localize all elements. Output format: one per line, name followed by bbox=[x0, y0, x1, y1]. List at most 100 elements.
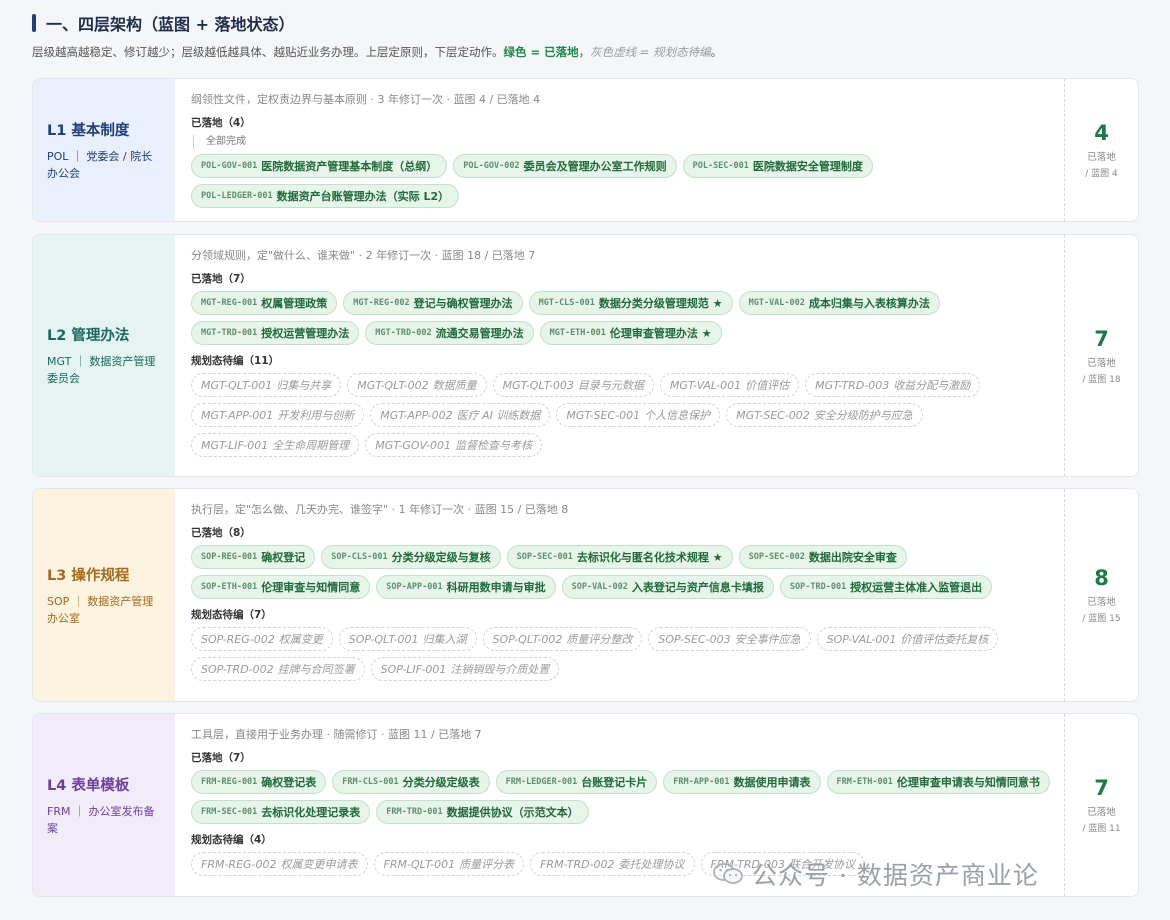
doc-code: FRM-QLT-001 bbox=[383, 857, 456, 871]
done-doc-tag[interactable]: POL-GOV-001 医院数据资产管理基本制度（总纲） bbox=[191, 154, 448, 178]
layer-name: L4 表单模板 bbox=[47, 777, 130, 794]
plan-group-label: 规划态待编（7） bbox=[191, 609, 272, 621]
doc-name: 授权运营管理办法 bbox=[261, 327, 350, 340]
planned-doc-tag[interactable]: SOP-TRD-002 挂牌与合同签署 bbox=[191, 657, 365, 681]
doc-name: 数据分类分级管理规范 ★ bbox=[598, 297, 723, 310]
planned-doc-tag[interactable]: FRM-REG-002 权属变更申请表 bbox=[191, 852, 368, 876]
planned-doc-tag[interactable]: SOP-QLT-001 归集入湖 bbox=[338, 627, 477, 651]
planned-doc-tag[interactable]: MGT-GOV-001 监督检查与考核 bbox=[365, 433, 543, 457]
planned-doc-tag[interactable]: MGT-QLT-002 数据质量 bbox=[347, 373, 487, 397]
stat-blueprint: / 蓝图 15 bbox=[1082, 614, 1121, 624]
done-doc-tag[interactable]: POL-GOV-002 委员会及管理办公室工作规则 bbox=[453, 154, 677, 178]
done-doc-tag[interactable]: SOP-TRD-001 授权运营主体准入监管退出 bbox=[779, 575, 993, 599]
doc-name: 监督检查与考核 bbox=[455, 439, 533, 452]
plan-tags: MGT-QLT-001 归集与共享 MGT-QLT-002 数据质量 MGT-QLT-0… bbox=[191, 373, 1052, 457]
planned-doc-tag[interactable]: MGT-QLT-001 归集与共享 bbox=[191, 373, 342, 397]
done-doc-tag[interactable]: SOP-ETH-001 伦理审查与知情同意 bbox=[191, 575, 371, 599]
planned-doc-tag[interactable]: FRM-TRD-002 委托处理协议 bbox=[530, 852, 695, 876]
done-doc-tag[interactable]: FRM-LEDGER-001 台账登记卡片 bbox=[495, 770, 658, 794]
done-tags: MGT-REG-001 权属管理政策 MGT-REG-002 登记与确权管理办法 MGT… bbox=[191, 291, 1052, 345]
doc-name: 医院数据资产管理基本制度（总纲） bbox=[261, 160, 438, 173]
doc-code: MGT-QLT-001 bbox=[201, 378, 273, 392]
layer-description: 纲领性文件，定权责边界与基本原则 · 3 年修订一次 · 蓝图 4 / 已落地 … bbox=[191, 93, 541, 106]
doc-name: 伦理审查管理办法 ★ bbox=[609, 327, 712, 340]
done-doc-tag[interactable]: FRM-ETH-001 伦理审查申请表与知情同意书 bbox=[826, 770, 1050, 794]
done-doc-tag[interactable]: SOP-CLS-001 分类分级定级与复核 bbox=[321, 545, 501, 569]
done-doc-tag[interactable]: MGT-CLS-001 数据分类分级管理规范 ★ bbox=[528, 291, 733, 315]
layer-stat: 4 已落地 / 蓝图 4 bbox=[1064, 79, 1138, 221]
planned-doc-tag[interactable]: SOP-QLT-002 质量评分整改 bbox=[482, 627, 643, 651]
doc-name: 授权运营主体准入监管退出 bbox=[850, 581, 983, 594]
stat-label: 已落地 bbox=[1087, 357, 1116, 369]
doc-name: 数据提供协议（示范文本） bbox=[446, 806, 579, 819]
layer-stat: 7 已落地 / 蓝图 18 bbox=[1064, 235, 1138, 476]
planned-doc-tag[interactable]: MGT-APP-001 开发利用与创新 bbox=[191, 403, 365, 427]
done-doc-tag[interactable]: SOP-APP-001 科研用数申请与审批 bbox=[376, 575, 556, 599]
layer-card-l3: L3 操作规程 SOP ｜ 数据资产管理办公室 执行层，定"怎么做、几天办完、谁… bbox=[32, 488, 1139, 702]
planned-doc-tag[interactable]: SOP-VAL-001 价值评估委托复核 bbox=[816, 627, 999, 651]
doc-code: MGT-TRD-003 bbox=[815, 378, 890, 392]
doc-code: SOP-SEC-001 bbox=[516, 552, 573, 562]
doc-name: 确权登记 bbox=[261, 551, 306, 564]
doc-name: 价值评估 bbox=[745, 379, 790, 392]
doc-code: FRM-CLS-001 bbox=[342, 777, 399, 787]
layer-name: L3 操作规程 bbox=[47, 567, 130, 584]
layer-description: 工具层，直接用于业务办理 · 随需修订 · 蓝图 11 / 已落地 7 bbox=[191, 728, 482, 741]
planned-doc-tag[interactable]: MGT-LIF-001 全生命周期管理 bbox=[191, 433, 360, 457]
doc-name: 委托处理协议 bbox=[618, 858, 685, 871]
done-doc-tag[interactable]: FRM-APP-001 数据使用申请表 bbox=[663, 770, 821, 794]
layer-owner: MGT ｜ 数据资产管理委员会 bbox=[47, 355, 156, 385]
legend-plan: 灰色虚线 = 规划态待编 bbox=[590, 45, 711, 59]
doc-name: 流通交易管理办法 bbox=[435, 327, 524, 340]
layer-owner: SOP ｜ 数据资产管理办公室 bbox=[47, 594, 154, 625]
layer-name: L2 管理办法 bbox=[47, 328, 130, 344]
planned-doc-tag[interactable]: SOP-REG-002 权属变更 bbox=[191, 627, 333, 651]
done-note: 全部完成 bbox=[193, 135, 1052, 149]
done-doc-tag[interactable]: MGT-REG-002 登记与确权管理办法 bbox=[343, 291, 523, 315]
done-doc-tag[interactable]: MGT-TRD-002 流通交易管理办法 bbox=[365, 321, 534, 345]
stat-number: 7 bbox=[1094, 776, 1109, 800]
done-doc-tag[interactable]: POL-LEDGER-001 数据资产台账管理办法（实际 L2） bbox=[191, 184, 460, 208]
planned-doc-tag[interactable]: MGT-QLT-003 目录与元数据 bbox=[492, 373, 654, 397]
done-doc-tag[interactable]: SOP-VAL-002 入表登记与资产信息卡填报 bbox=[561, 575, 774, 599]
doc-code: SOP-REG-002 bbox=[201, 632, 275, 646]
done-tags: FRM-REG-001 确权登记表 FRM-CLS-001 分类分级定级表 FRM-LE… bbox=[191, 770, 1052, 824]
done-doc-tag[interactable]: FRM-SEC-001 去标识化处理记录表 bbox=[191, 800, 371, 824]
doc-code: FRM-REG-002 bbox=[201, 857, 277, 871]
done-doc-tag[interactable]: FRM-CLS-001 分类分级定级表 bbox=[332, 770, 490, 794]
planned-doc-tag[interactable]: MGT-SEC-001 个人信息保护 bbox=[556, 403, 721, 427]
doc-code: SOP-APP-001 bbox=[386, 582, 443, 592]
planned-doc-tag[interactable]: MGT-APP-002 医疗 AI 训练数据 bbox=[370, 403, 551, 427]
done-doc-tag[interactable]: FRM-TRD-001 数据提供协议（示范文本） bbox=[376, 800, 589, 824]
stat-blueprint: / 蓝图 11 bbox=[1082, 824, 1121, 834]
planned-doc-tag[interactable]: MGT-SEC-002 安全分级防护与应急 bbox=[726, 403, 923, 427]
doc-name: 登记与确权管理办法 bbox=[413, 297, 513, 310]
done-doc-tag[interactable]: SOP-SEC-002 数据出院安全审查 bbox=[738, 545, 907, 569]
planned-doc-tag[interactable]: SOP-SEC-003 安全事件应急 bbox=[648, 627, 811, 651]
doc-name: 价值评估委托复核 bbox=[900, 633, 989, 646]
planned-doc-tag[interactable]: FRM-QLT-001 质量评分表 bbox=[373, 852, 525, 876]
doc-name: 入表登记与资产信息卡填报 bbox=[631, 581, 764, 594]
planned-doc-tag[interactable]: MGT-TRD-003 收益分配与激励 bbox=[805, 373, 981, 397]
doc-code: POL-GOV-002 bbox=[463, 161, 520, 171]
doc-name: 数据使用申请表 bbox=[733, 776, 811, 789]
done-doc-tag[interactable]: MGT-TRD-001 授权运营管理办法 bbox=[191, 321, 360, 345]
done-doc-tag[interactable]: MGT-REG-001 权属管理政策 bbox=[191, 291, 338, 315]
layer-header: L4 表单模板 FRM ｜ 办公室发布备案 bbox=[33, 714, 175, 896]
done-doc-tag[interactable]: MGT-ETH-001 伦理审查管理办法 ★ bbox=[539, 321, 722, 345]
doc-code: SOP-VAL-001 bbox=[826, 632, 897, 646]
doc-code: MGT-VAL-001 bbox=[669, 378, 742, 392]
planned-doc-tag[interactable]: SOP-LIF-001 注销销毁与介质处置 bbox=[370, 657, 560, 681]
subtitle-text: 层级越高越稳定、修订越少；层级越低越具体、越贴近业务办理。上层定原则，下层定动作… bbox=[32, 45, 504, 59]
stat-label: 已落地 bbox=[1087, 597, 1116, 608]
done-doc-tag[interactable]: FRM-REG-001 确权登记表 bbox=[191, 770, 327, 794]
doc-name: 权属变更申请表 bbox=[280, 858, 358, 871]
doc-name: 权属变更 bbox=[278, 633, 323, 646]
done-doc-tag[interactable]: SOP-REG-001 确权登记 bbox=[191, 545, 316, 569]
planned-doc-tag[interactable]: MGT-VAL-001 价值评估 bbox=[659, 373, 800, 397]
done-doc-tag[interactable]: MGT-VAL-002 成本归集与入表核算办法 bbox=[738, 291, 940, 315]
done-doc-tag[interactable]: SOP-SEC-001 去标识化与匿名化技术规程 ★ bbox=[506, 545, 733, 569]
doc-code: POL-SEC-001 bbox=[692, 161, 749, 171]
done-group-label: 已落地（7） bbox=[191, 752, 251, 764]
done-doc-tag[interactable]: POL-SEC-001 医院数据安全管理制度 bbox=[682, 154, 873, 178]
